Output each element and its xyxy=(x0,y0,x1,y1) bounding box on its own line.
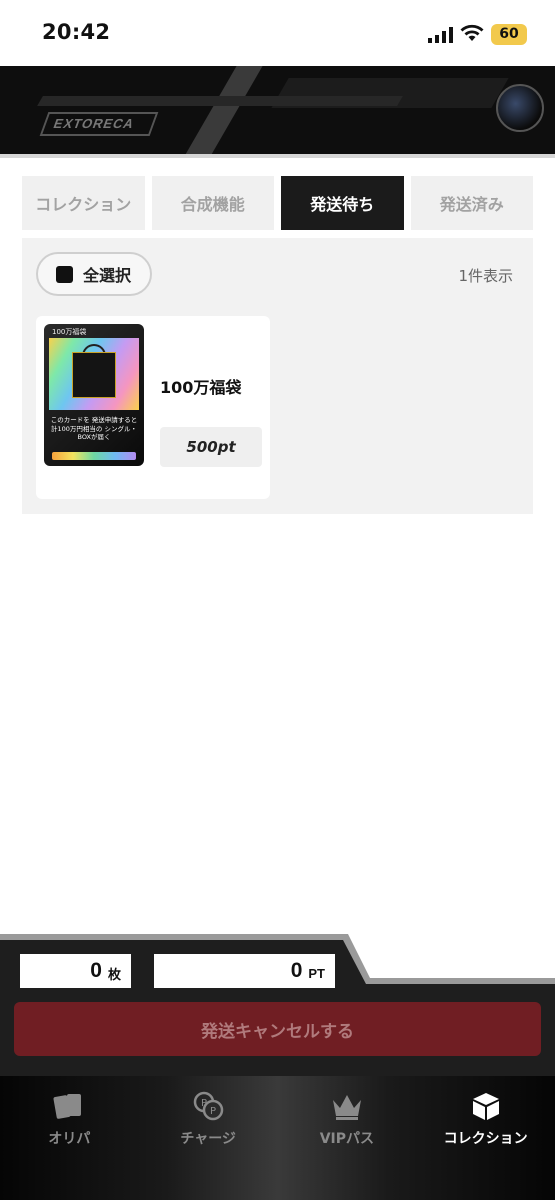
lucky-bag-icon xyxy=(72,352,116,398)
selected-count-box: 0 枚 xyxy=(20,954,131,988)
banner-orb-icon xyxy=(496,84,544,132)
selected-points-unit: PT xyxy=(308,966,325,981)
banner-streak xyxy=(37,96,403,106)
tab-synthesis[interactable]: 合成機能 xyxy=(151,176,274,230)
nav-item-vip-pass[interactable]: VIPパス xyxy=(278,1076,417,1200)
crown-icon xyxy=(332,1095,361,1120)
nav-label-oripa: オリパ xyxy=(48,1131,91,1147)
card-footer-bar xyxy=(52,452,136,460)
battery-icon: 60 xyxy=(491,24,527,45)
selected-points-box: 0 PT xyxy=(154,954,335,988)
card-thumbnail: 100万福袋 このカードを 発送申請すると 計100万円相当の シングル・BOX… xyxy=(44,324,144,466)
list-item[interactable]: 100万福袋 このカードを 発送申請すると 計100万円相当の シングル・BOX… xyxy=(36,316,270,499)
banner-streak xyxy=(183,66,263,154)
nav-label-collection: コレクション xyxy=(443,1131,528,1147)
nav-item-collection[interactable]: コレクション xyxy=(416,1076,555,1200)
coins-icon: P P xyxy=(193,1091,224,1121)
status-bar: 20:42 60 xyxy=(0,0,555,66)
selected-count-unit: 枚 xyxy=(107,967,121,982)
cards-icon xyxy=(53,1094,82,1119)
brand-logo: EXTORECA xyxy=(39,112,159,136)
select-all-button[interactable]: 全選択 xyxy=(36,252,152,296)
nav-item-oripa[interactable]: オリパ xyxy=(0,1076,139,1200)
box-icon xyxy=(472,1093,499,1120)
wifi-icon xyxy=(460,24,484,41)
item-price-badge: 500pt xyxy=(160,427,262,467)
item-name: 100万福袋 xyxy=(160,378,242,397)
selected-count-value: 0 xyxy=(90,959,102,982)
tab-awaiting-shipment[interactable]: 発送待ち xyxy=(281,176,404,230)
bottom-navigation: オリパ P P チャージ VIPパス コレクション xyxy=(0,1076,555,1200)
collection-tabs: コレクション 合成機能 発送待ち 発送済み xyxy=(22,176,533,230)
cancel-shipment-button[interactable]: 発送キャンセルする xyxy=(14,1002,541,1056)
card-thumbnail-title: 100万福袋 xyxy=(52,328,87,336)
nav-label-vip-pass: VIPパス xyxy=(319,1131,375,1147)
header-banner: EXTORECA xyxy=(0,66,555,158)
selected-points-value: 0 xyxy=(290,959,303,982)
nav-item-charge[interactable]: P P チャージ xyxy=(139,1076,278,1200)
item-list-panel: 全選択 1件表示 100万福袋 このカードを 発送申請すると 計100万円相当の… xyxy=(22,238,533,514)
tab-shipped[interactable]: 発送済み xyxy=(410,176,533,230)
svg-text:P: P xyxy=(201,1098,207,1109)
nav-label-charge: チャージ xyxy=(180,1131,236,1147)
tab-collection[interactable]: コレクション xyxy=(22,176,145,230)
status-time: 20:42 xyxy=(42,20,111,44)
select-all-checkbox[interactable] xyxy=(56,265,73,283)
item-count-label: 1件表示 xyxy=(458,267,513,285)
svg-text:P: P xyxy=(210,1106,216,1117)
card-thumbnail-text: このカードを 発送申請すると 計100万円相当の シングル・BOXが届く xyxy=(50,416,138,441)
selection-summary: 0 枚 0 PT 発送キャンセルする xyxy=(0,934,555,1076)
select-all-label: 全選択 xyxy=(83,266,132,285)
cellular-signal-icon xyxy=(428,27,453,43)
